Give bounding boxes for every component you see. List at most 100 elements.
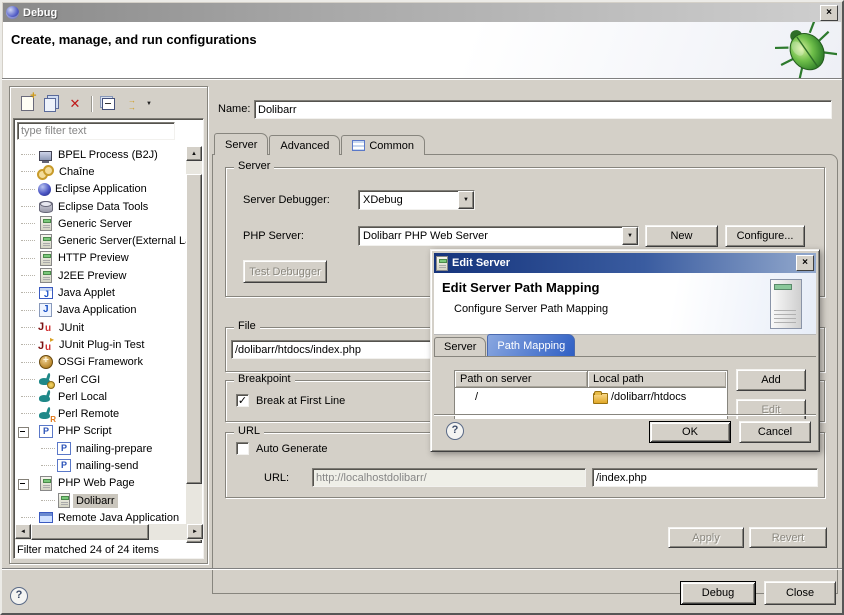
window-close-icon[interactable]: ×	[820, 5, 838, 21]
file-group-legend: File	[234, 320, 260, 332]
tree-item-eclipse-application[interactable]: Eclipse Application	[15, 181, 187, 198]
tree-connector	[21, 206, 35, 207]
tree-item-label: JUnit Plug-in Test	[56, 338, 147, 352]
tree-item-php-web-page[interactable]: PHP Web Page	[15, 475, 187, 492]
chevron-down-icon[interactable]: ▼	[458, 191, 474, 209]
tree-vertical-scrollbar[interactable]: ▲ ▼	[186, 146, 202, 543]
debug-bug-icon	[775, 22, 837, 78]
url-path-input[interactable]	[593, 469, 817, 486]
add-mapping-button[interactable]: Add	[736, 369, 806, 391]
tree-item-eclipse-data-tools[interactable]: Eclipse Data Tools	[15, 198, 187, 215]
url-group-legend: URL	[234, 425, 264, 437]
scroll-right-icon[interactable]: ►	[187, 524, 203, 539]
collapse-expander-icon[interactable]	[18, 479, 29, 490]
tree-item-perl-local[interactable]: Perl Local	[15, 388, 187, 405]
ok-button[interactable]: OK	[649, 421, 731, 443]
php-icon	[39, 425, 53, 438]
name-input[interactable]	[255, 101, 831, 118]
scroll-thumb[interactable]	[186, 174, 202, 484]
tree-item-bpel-process-b2j[interactable]: BPEL Process (B2J)	[15, 146, 187, 163]
perl-camel-icon	[38, 389, 54, 405]
new-config-icon[interactable]	[17, 94, 37, 114]
tab-server[interactable]: Server	[214, 133, 268, 155]
tree-item-perl-cgi[interactable]: Perl CGI	[15, 371, 187, 388]
server-tower-image	[770, 279, 802, 329]
title-bar[interactable]: Debug ×	[3, 3, 841, 22]
tree-item-junit-plug-in-test[interactable]: ▸JUnit Plug-in Test	[15, 336, 187, 353]
dialog-tabs: Server Path Mapping	[434, 335, 576, 356]
column-local-path[interactable]: Local path	[588, 371, 726, 388]
server-group-legend: Server	[234, 160, 274, 172]
tree-item-label: Java Application	[54, 303, 140, 317]
url-label: URL:	[264, 472, 289, 484]
duplicate-config-icon[interactable]	[41, 94, 61, 114]
collapse-expander-icon[interactable]	[18, 427, 29, 438]
tree-item-remote-java-application[interactable]: Remote Java Application	[15, 509, 187, 524]
php-server-label: PHP Server:	[243, 230, 304, 242]
collapse-all-icon[interactable]	[98, 94, 118, 114]
php-server-select[interactable]: Dolibarr PHP Web Server ▼	[358, 226, 639, 246]
server-debugger-select[interactable]: XDebug ▼	[358, 190, 475, 210]
tree-item-label: Perl Remote	[55, 407, 122, 421]
tree-item-java-applet[interactable]: Java Applet	[15, 284, 187, 301]
tree-item-php-script[interactable]: PHP Script	[15, 423, 187, 440]
remote-java-icon	[39, 512, 53, 523]
hscroll-thumb[interactable]	[31, 524, 149, 540]
dialog-tab-server[interactable]: Server	[434, 337, 486, 356]
tree-item-label: J2EE Preview	[55, 269, 129, 283]
dialog-tab-path-mapping[interactable]: Path Mapping	[487, 334, 575, 356]
dialog-title-bar[interactable]: Edit Server ×	[434, 253, 816, 273]
tab-advanced[interactable]: Advanced	[269, 135, 340, 155]
break-first-line-checkbox[interactable]: ✓	[236, 394, 249, 407]
tab-common[interactable]: Common	[341, 135, 425, 155]
tree-connector	[21, 344, 35, 345]
tree-item-java-application[interactable]: Java Application	[15, 302, 187, 319]
tree-connector	[21, 413, 35, 414]
chevron-down-icon[interactable]: ▼	[622, 227, 638, 245]
tree-item-mailing-prepare[interactable]: mailing-prepare	[15, 440, 187, 457]
tree-item-generic-server[interactable]: Generic Server	[15, 215, 187, 232]
dialog-subheading: Configure Server Path Mapping	[454, 303, 608, 315]
debug-button[interactable]: Debug	[680, 581, 756, 605]
help-icon[interactable]: ?	[10, 587, 28, 605]
tree-item-j2ee-preview[interactable]: J2EE Preview	[15, 267, 187, 284]
column-path-on-server[interactable]: Path on server	[455, 371, 588, 388]
scroll-left-icon[interactable]: ◄	[15, 524, 31, 539]
junit-plugin-icon: ▸	[37, 337, 53, 353]
cell-local-path[interactable]: /dolibarr/htdocs	[588, 388, 726, 405]
cell-path-on-server[interactable]: /	[455, 388, 588, 405]
close-button[interactable]: Close	[764, 581, 836, 605]
cancel-button[interactable]: Cancel	[739, 421, 811, 443]
tree-item-mailing-send[interactable]: mailing-send	[15, 457, 187, 474]
tree-item-generic-server-external-la[interactable]: Generic Server(External La	[15, 232, 187, 249]
tree-horizontal-scrollbar[interactable]: ◄ ►	[15, 524, 203, 540]
dialog-help-icon[interactable]: ?	[446, 422, 464, 440]
tree-item-label: HTTP Preview	[55, 251, 132, 265]
tree-item-osgi-framework[interactable]: OSGi Framework	[15, 354, 187, 371]
dialog-close-icon[interactable]: ×	[796, 255, 814, 271]
tree-item-cha-ne[interactable]: Chaîne	[15, 163, 187, 180]
tree-item-label: OSGi Framework	[55, 355, 146, 369]
new-server-button[interactable]: New	[645, 225, 718, 247]
tree-item-dolibarr[interactable]: Dolibarr	[15, 492, 187, 509]
url-base-input	[313, 469, 585, 486]
configure-server-button[interactable]: Configure...	[725, 225, 805, 247]
server-icon	[436, 256, 448, 271]
auto-generate-checkbox[interactable]	[236, 442, 249, 455]
tree-item-perl-remote[interactable]: RPerl Remote	[15, 405, 187, 422]
tree-connector	[41, 448, 55, 449]
tree-connector	[21, 362, 35, 363]
tree-item-http-preview[interactable]: HTTP Preview	[15, 250, 187, 267]
toolbar-dropdown-icon[interactable]: ▼	[146, 101, 152, 107]
tree-item-junit[interactable]: JUnit	[15, 319, 187, 336]
scroll-up-icon[interactable]: ▲	[186, 146, 202, 161]
tree-connector	[21, 258, 35, 259]
filter-configs-icon[interactable]: → →	[122, 94, 142, 114]
filter-input[interactable]	[18, 123, 174, 139]
test-debugger-button: Test Debugger	[243, 260, 327, 283]
server-icon	[40, 216, 52, 231]
server-icon	[40, 234, 52, 249]
break-first-line-label: Break at First Line	[256, 395, 345, 407]
delete-config-icon[interactable]: ✕	[65, 94, 85, 114]
config-tabs: Server Advanced Common	[214, 134, 426, 155]
